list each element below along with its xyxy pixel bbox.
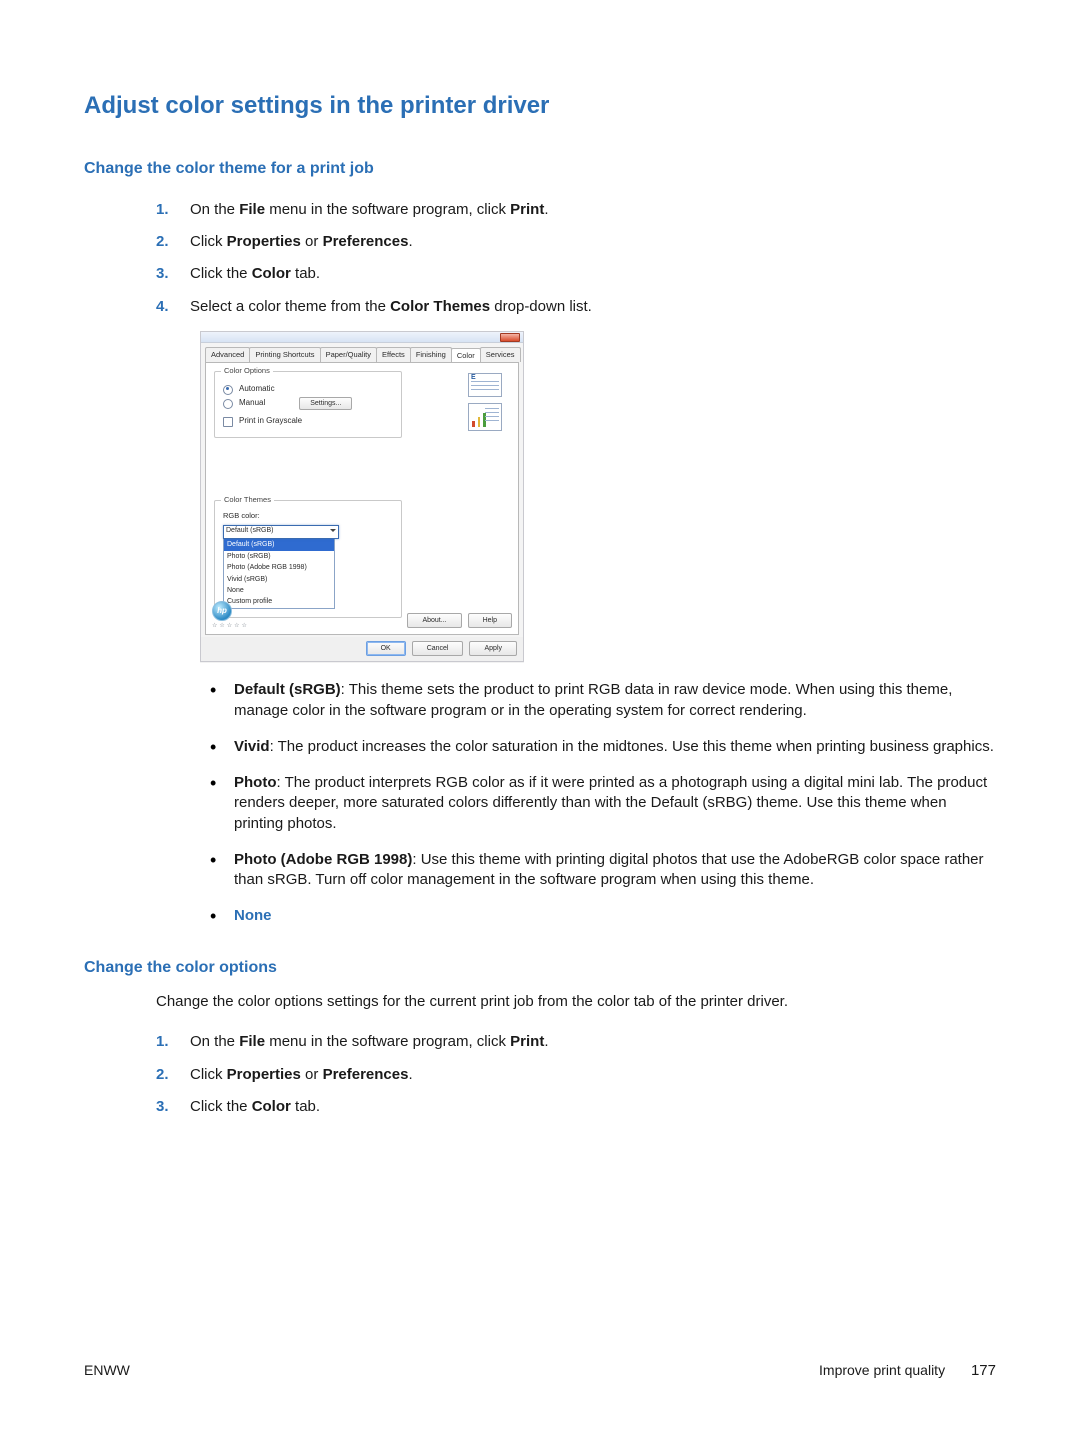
- step-number: 1.: [156, 200, 169, 220]
- hp-logo-icon: hp: [212, 601, 232, 621]
- section2-heading: Change the color options: [84, 957, 996, 979]
- tab-services[interactable]: Services: [480, 347, 521, 362]
- group-legend: Color Themes: [221, 495, 274, 505]
- preview-pane: [460, 373, 510, 437]
- step-number: 1.: [156, 1032, 169, 1052]
- dropdown-option[interactable]: Vivid (sRGB): [224, 574, 334, 585]
- step: 1. On the File menu in the software prog…: [156, 1026, 996, 1058]
- radio-automatic[interactable]: [223, 385, 233, 395]
- ok-button[interactable]: OK: [366, 641, 406, 656]
- tab-paper-quality[interactable]: Paper/Quality: [320, 347, 377, 362]
- page-footer: ENWW Improve print quality 177: [84, 1361, 996, 1381]
- step: 1. On the File menu in the software prog…: [156, 194, 996, 226]
- dropdown-option[interactable]: Photo (sRGB): [224, 551, 334, 562]
- tab-effects[interactable]: Effects: [376, 347, 411, 362]
- step-number: 4.: [156, 297, 169, 317]
- dropdown-option[interactable]: Photo (Adobe RGB 1998): [224, 562, 334, 573]
- none-label: None: [234, 907, 272, 924]
- step: 4. Select a color theme from the Color T…: [156, 291, 996, 323]
- dialog-footer: OK Cancel Apply: [201, 637, 523, 661]
- dropdown-option[interactable]: Default (sRGB): [224, 539, 334, 550]
- dialog-body: Color Options Automatic ManualSettings..…: [205, 362, 519, 635]
- close-icon[interactable]: [500, 333, 520, 342]
- page-number: 177: [971, 1362, 996, 1379]
- apply-button[interactable]: Apply: [469, 641, 517, 656]
- dialog-titlebar: [201, 332, 523, 343]
- hp-logo: hp ☆☆☆☆☆: [212, 601, 249, 630]
- color-theme-dropdown-list: Default (sRGB) Photo (sRGB) Photo (Adobe…: [223, 539, 335, 609]
- color-options-group: Color Options Automatic ManualSettings..…: [214, 371, 402, 438]
- footer-section: Improve print quality: [819, 1362, 945, 1378]
- help-button[interactable]: Help: [468, 613, 512, 627]
- radio-manual[interactable]: [223, 399, 233, 409]
- list-item: Vivid: The product increases the color s…: [210, 729, 996, 765]
- rating-stars: ☆☆☆☆☆: [212, 622, 249, 630]
- step-number: 2.: [156, 232, 169, 252]
- step-number: 2.: [156, 1065, 169, 1085]
- step: 3. Click the Color tab.: [156, 258, 996, 290]
- step: 3. Click the Color tab.: [156, 1091, 996, 1123]
- section2-steps: 1. On the File menu in the software prog…: [84, 1026, 996, 1123]
- tab-finishing[interactable]: Finishing: [410, 347, 452, 362]
- dialog-tabs: Advanced Printing Shortcuts Paper/Qualit…: [205, 347, 519, 362]
- list-item: Photo (Adobe RGB 1998): Use this theme w…: [210, 842, 996, 899]
- list-item: None: [210, 898, 996, 934]
- page-title: Adjust color settings in the printer dri…: [84, 90, 996, 122]
- cancel-button[interactable]: Cancel: [412, 641, 464, 656]
- checkbox-grayscale[interactable]: [223, 417, 233, 427]
- tab-color[interactable]: Color: [451, 348, 481, 363]
- section1-heading: Change the color theme for a print job: [84, 158, 996, 180]
- color-theme-dropdown[interactable]: Default (sRGB): [223, 525, 339, 539]
- rgb-color-label: RGB color:: [223, 511, 393, 521]
- footer-left: ENWW: [84, 1361, 130, 1380]
- section2-intro: Change the color options settings for th…: [84, 992, 996, 1012]
- about-button[interactable]: About...: [407, 613, 461, 627]
- document-page: Adjust color settings in the printer dri…: [0, 0, 1080, 1437]
- dropdown-option[interactable]: None: [224, 585, 334, 596]
- print-properties-dialog: Advanced Printing Shortcuts Paper/Qualit…: [200, 331, 524, 662]
- step-number: 3.: [156, 1097, 169, 1117]
- settings-button[interactable]: Settings...: [299, 397, 352, 410]
- list-item: Photo: The product interprets RGB color …: [210, 765, 996, 842]
- section1-steps: 1. On the File menu in the software prog…: [84, 194, 996, 323]
- preview-page-icon: [468, 373, 502, 397]
- step-number: 3.: [156, 264, 169, 284]
- tab-shortcuts[interactable]: Printing Shortcuts: [249, 347, 320, 362]
- tab-advanced[interactable]: Advanced: [205, 347, 250, 362]
- preview-chart-icon: [468, 403, 502, 431]
- theme-descriptions: Default (sRGB): This theme sets the prod…: [84, 672, 996, 934]
- step: 2. Click Properties or Preferences.: [156, 226, 996, 258]
- step: 2. Click Properties or Preferences.: [156, 1059, 996, 1091]
- list-item: Default (sRGB): This theme sets the prod…: [210, 672, 996, 729]
- group-legend: Color Options: [221, 366, 273, 376]
